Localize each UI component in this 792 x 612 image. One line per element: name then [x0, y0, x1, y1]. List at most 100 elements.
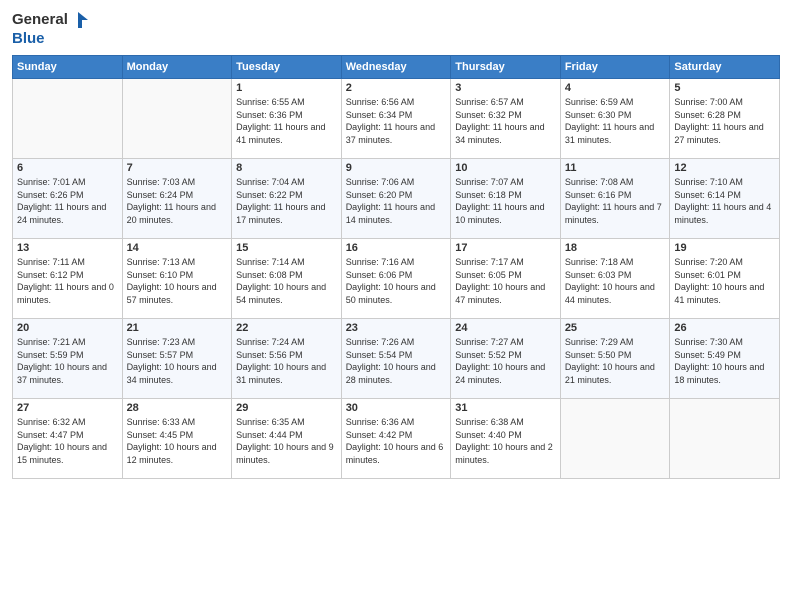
header: General Blue: [12, 10, 780, 47]
calendar-cell: 10 Sunrise: 7:07 AM Sunset: 6:18 PM Dayli…: [451, 159, 561, 239]
calendar-cell: 11 Sunrise: 7:08 AM Sunset: 6:16 PM Dayli…: [560, 159, 670, 239]
calendar-cell: [13, 79, 123, 159]
day-number: 21: [127, 322, 228, 334]
calendar-cell: 5 Sunrise: 7:00 AM Sunset: 6:28 PM Daylig…: [670, 79, 780, 159]
calendar-cell: 8 Sunrise: 7:04 AM Sunset: 6:22 PM Daylig…: [232, 159, 342, 239]
calendar-cell: [670, 399, 780, 479]
calendar-cell: [122, 79, 232, 159]
calendar-cell: 13 Sunrise: 7:11 AM Sunset: 6:12 PM Dayli…: [13, 239, 123, 319]
day-info: Sunrise: 6:32 AM Sunset: 4:47 PM Dayligh…: [17, 416, 118, 466]
day-info: Sunrise: 7:04 AM Sunset: 6:22 PM Dayligh…: [236, 176, 337, 226]
day-info: Sunrise: 6:38 AM Sunset: 4:40 PM Dayligh…: [455, 416, 556, 466]
calendar-cell: 2 Sunrise: 6:56 AM Sunset: 6:34 PM Daylig…: [341, 79, 451, 159]
calendar-cell: 16 Sunrise: 7:16 AM Sunset: 6:06 PM Dayli…: [341, 239, 451, 319]
day-info: Sunrise: 7:11 AM Sunset: 6:12 PM Dayligh…: [17, 256, 118, 306]
calendar-cell: 30Sunrise: 6:36 AM Sunset: 4:42 PM Dayli…: [341, 399, 451, 479]
day-info: Sunrise: 7:17 AM Sunset: 6:05 PM Dayligh…: [455, 256, 556, 306]
day-info: Sunrise: 7:16 AM Sunset: 6:06 PM Dayligh…: [346, 256, 447, 306]
column-header-saturday: Saturday: [670, 56, 780, 79]
day-number: 4: [565, 82, 666, 94]
column-header-friday: Friday: [560, 56, 670, 79]
week-row-2: 6 Sunrise: 7:01 AM Sunset: 6:26 PM Daylig…: [13, 159, 780, 239]
calendar-cell: 6 Sunrise: 7:01 AM Sunset: 6:26 PM Daylig…: [13, 159, 123, 239]
day-info: Sunrise: 7:27 AM Sunset: 5:52 PM Dayligh…: [455, 336, 556, 386]
day-number: 29: [236, 402, 337, 414]
calendar-cell: 20 Sunrise: 7:21 AM Sunset: 5:59 PM Dayli…: [13, 319, 123, 399]
day-number: 2: [346, 82, 447, 94]
day-number: 5: [674, 82, 775, 94]
day-number: 31: [455, 402, 556, 414]
day-number: 12: [674, 162, 775, 174]
column-header-sunday: Sunday: [13, 56, 123, 79]
day-info: Sunrise: 7:07 AM Sunset: 6:18 PM Dayligh…: [455, 176, 556, 226]
day-info: Sunrise: 7:20 AM Sunset: 6:01 PM Dayligh…: [674, 256, 775, 306]
calendar-cell: 31 Sunrise: 6:38 AM Sunset: 4:40 PM Dayli…: [451, 399, 561, 479]
day-info: Sunrise: 7:18 AM Sunset: 6:03 PM Dayligh…: [565, 256, 666, 306]
day-info: Sunrise: 6:33 AM Sunset: 4:45 PM Dayligh…: [127, 416, 228, 466]
day-number: 3: [455, 82, 556, 94]
day-number: 19: [674, 242, 775, 254]
day-number: 1: [236, 82, 337, 94]
calendar-cell: 3 Sunrise: 6:57 AM Sunset: 6:32 PM Daylig…: [451, 79, 561, 159]
day-info: Sunrise: 7:24 AM Sunset: 5:56 PM Dayligh…: [236, 336, 337, 386]
day-info: Sunrise: 7:03 AM Sunset: 6:24 PM Dayligh…: [127, 176, 228, 226]
day-info: Sunrise: 6:55 AM Sunset: 6:36 PM Dayligh…: [236, 96, 337, 146]
day-info: Sunrise: 6:56 AM Sunset: 6:34 PM Dayligh…: [346, 96, 447, 146]
day-info: Sunrise: 7:21 AM Sunset: 5:59 PM Dayligh…: [17, 336, 118, 386]
day-info: Sunrise: 7:29 AM Sunset: 5:50 PM Dayligh…: [565, 336, 666, 386]
calendar-cell: 12 Sunrise: 7:10 AM Sunset: 6:14 PM Dayli…: [670, 159, 780, 239]
day-number: 8: [236, 162, 337, 174]
day-number: 11: [565, 162, 666, 174]
calendar-cell: 26 Sunrise: 7:30 AM Sunset: 5:49 PM Dayli…: [670, 319, 780, 399]
week-row-1: 1 Sunrise: 6:55 AM Sunset: 6:36 PM Daylig…: [13, 79, 780, 159]
day-number: 25: [565, 322, 666, 334]
day-info: Sunrise: 7:30 AM Sunset: 5:49 PM Dayligh…: [674, 336, 775, 386]
day-info: Sunrise: 6:57 AM Sunset: 6:32 PM Dayligh…: [455, 96, 556, 146]
day-info: Sunrise: 6:59 AM Sunset: 6:30 PM Dayligh…: [565, 96, 666, 146]
day-number: 9: [346, 162, 447, 174]
calendar-cell: 9Sunrise: 7:06 AM Sunset: 6:20 PM Daylig…: [341, 159, 451, 239]
day-info: Sunrise: 7:08 AM Sunset: 6:16 PM Dayligh…: [565, 176, 666, 226]
calendar-cell: 24Sunrise: 7:27 AM Sunset: 5:52 PM Dayli…: [451, 319, 561, 399]
day-number: 22: [236, 322, 337, 334]
day-number: 20: [17, 322, 118, 334]
calendar-cell: 19 Sunrise: 7:20 AM Sunset: 6:01 PM Dayli…: [670, 239, 780, 319]
calendar-cell: 7 Sunrise: 7:03 AM Sunset: 6:24 PM Daylig…: [122, 159, 232, 239]
calendar-cell: 23 Sunrise: 7:26 AM Sunset: 5:54 PM Dayli…: [341, 319, 451, 399]
day-info: Sunrise: 7:10 AM Sunset: 6:14 PM Dayligh…: [674, 176, 775, 226]
calendar-cell: 22 Sunrise: 7:24 AM Sunset: 5:56 PM Dayli…: [232, 319, 342, 399]
day-info: Sunrise: 6:35 AM Sunset: 4:44 PM Dayligh…: [236, 416, 337, 466]
day-info: Sunrise: 7:14 AM Sunset: 6:08 PM Dayligh…: [236, 256, 337, 306]
calendar-cell: [560, 399, 670, 479]
calendar-cell: 29 Sunrise: 6:35 AM Sunset: 4:44 PM Dayli…: [232, 399, 342, 479]
column-header-thursday: Thursday: [451, 56, 561, 79]
day-info: Sunrise: 7:23 AM Sunset: 5:57 PM Dayligh…: [127, 336, 228, 386]
day-info: Sunrise: 7:26 AM Sunset: 5:54 PM Dayligh…: [346, 336, 447, 386]
day-info: Sunrise: 7:13 AM Sunset: 6:10 PM Dayligh…: [127, 256, 228, 306]
day-number: 28: [127, 402, 228, 414]
calendar-cell: 1 Sunrise: 6:55 AM Sunset: 6:36 PM Daylig…: [232, 79, 342, 159]
day-number: 27: [17, 402, 118, 414]
day-info: Sunrise: 7:01 AM Sunset: 6:26 PM Dayligh…: [17, 176, 118, 226]
day-number: 26: [674, 322, 775, 334]
calendar-cell: 28 Sunrise: 6:33 AM Sunset: 4:45 PM Dayli…: [122, 399, 232, 479]
week-row-4: 20 Sunrise: 7:21 AM Sunset: 5:59 PM Dayli…: [13, 319, 780, 399]
week-row-5: 27 Sunrise: 6:32 AM Sunset: 4:47 PM Dayli…: [13, 399, 780, 479]
day-number: 10: [455, 162, 556, 174]
calendar-cell: 18 Sunrise: 7:18 AM Sunset: 6:03 PM Dayli…: [560, 239, 670, 319]
day-number: 6: [17, 162, 118, 174]
day-info: Sunrise: 7:00 AM Sunset: 6:28 PM Dayligh…: [674, 96, 775, 146]
day-number: 18: [565, 242, 666, 254]
day-number: 13: [17, 242, 118, 254]
day-number: 14: [127, 242, 228, 254]
day-number: 16: [346, 242, 447, 254]
day-number: 23: [346, 322, 447, 334]
calendar-cell: 4 Sunrise: 6:59 AM Sunset: 6:30 PM Daylig…: [560, 79, 670, 159]
day-number: 15: [236, 242, 337, 254]
calendar-cell: 25 Sunrise: 7:29 AM Sunset: 5:50 PM Dayli…: [560, 319, 670, 399]
calendar-cell: 14 Sunrise: 7:13 AM Sunset: 6:10 PM Dayli…: [122, 239, 232, 319]
calendar-header: SundayMondayTuesdayWednesdayThursdayFrid…: [13, 56, 780, 79]
calendar-cell: 21 Sunrise: 7:23 AM Sunset: 5:57 PM Dayli…: [122, 319, 232, 399]
day-number: 7: [127, 162, 228, 174]
calendar-cell: 17Sunrise: 7:17 AM Sunset: 6:05 PM Dayli…: [451, 239, 561, 319]
